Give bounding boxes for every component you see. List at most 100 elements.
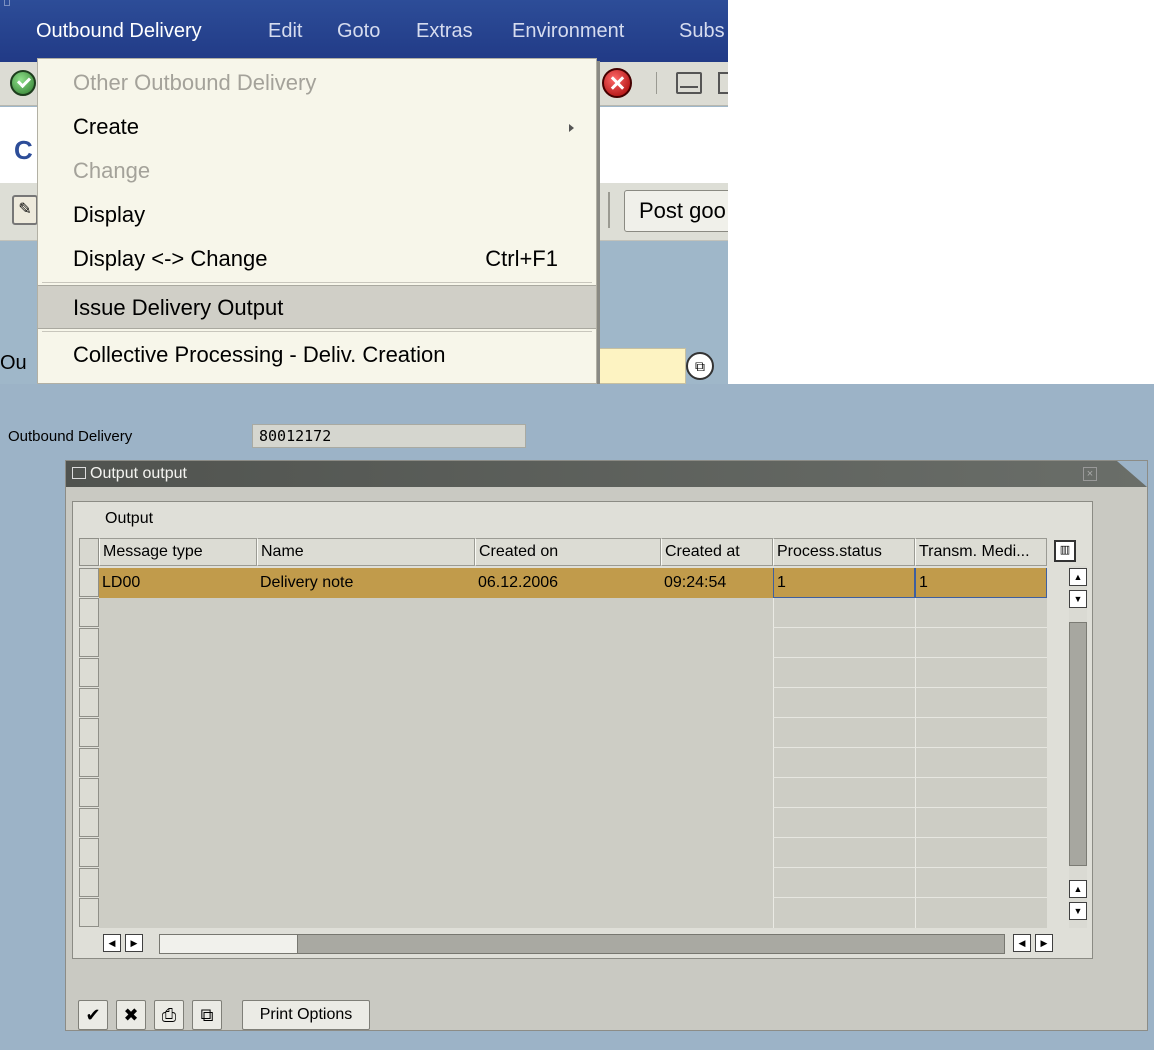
cell-created-on: 06.12.2006 [478,574,559,591]
scroll-left-icon[interactable]: ◀ [103,934,121,952]
cell-transmission-medium[interactable]: 1 [915,568,1047,598]
scroll-down-icon[interactable]: ▼ [1069,902,1087,920]
f4-help-icon[interactable]: ⧉ [686,352,714,380]
page-title: C [14,135,33,165]
outbound-delivery-input[interactable] [598,348,686,384]
menu-item-label: Display <-> Change [73,246,268,271]
window-system-icon[interactable] [4,0,10,6]
cell-name: Delivery note [260,574,354,591]
scroll-left-icon[interactable]: ◀ [1013,934,1031,952]
submenu-arrow-icon [569,124,574,132]
row-selector[interactable] [79,808,99,837]
grid-line [773,897,1047,898]
row-selector[interactable] [79,688,99,717]
column-header-created-on[interactable]: Created on [475,538,661,566]
table-empty-area [99,598,1047,928]
column-header-message-type[interactable]: Message type [99,538,257,566]
grid-line [773,627,1047,628]
print-icon[interactable]: ⎙ [154,1000,184,1030]
sap-window-bottom: Outbound Delivery 80012172 Output output… [0,384,1154,1050]
cell-created-at: 09:24:54 [664,574,727,591]
menu-item-label: Collective Processing - Deliv. Creation [73,342,446,367]
row-selector[interactable] [79,568,99,597]
scroll-right-icon[interactable]: ▶ [1035,934,1053,952]
row-selector[interactable] [79,718,99,747]
column-header-name[interactable]: Name [257,538,475,566]
row-selector[interactable] [79,868,99,897]
horizontal-scroll-thumb[interactable] [160,935,298,953]
grid-line [773,747,1047,748]
output-table-panel: Output Message type Name Created on Crea… [72,501,1093,959]
cancel-icon[interactable] [602,68,632,98]
menu-outbound-delivery[interactable]: Outbound Delivery [36,20,202,43]
select-all-button[interactable] [79,538,99,566]
grid-line [773,807,1047,808]
outbound-delivery-label: Outbound Delivery [8,428,133,445]
column-header-transmission-medium[interactable]: Transm. Medi... [915,538,1047,566]
cell-process-status[interactable]: 1 [773,568,915,598]
menu-item-display[interactable]: Display [38,193,596,237]
menu-bar: Outbound Delivery Edit Goto Extras Envir… [0,0,728,62]
menu-item-label: Create [73,114,140,139]
menu-item-other-outbound-delivery[interactable]: Other Outbound Delivery [38,61,596,105]
column-header-process-status[interactable]: Process.status [773,538,915,566]
menu-separator [42,282,592,283]
grid-line [773,657,1047,658]
toolbar-separator [608,192,610,228]
column-header-created-at[interactable]: Created at [661,538,773,566]
menu-item-display-change[interactable]: Display <-> Change Ctrl+F1 [38,237,596,281]
dialog-title: Output output [90,465,187,482]
dialog-title-bar: Output output × [66,461,1147,487]
scroll-down-icon[interactable]: ▼ [1069,590,1087,608]
row-selector[interactable] [79,838,99,867]
print-options-button[interactable]: Print Options [242,1000,370,1030]
print-icon[interactable] [676,72,702,94]
row-selector[interactable] [79,598,99,627]
outbound-delivery-menu: Other Outbound Delivery Create Change Di… [37,58,597,384]
outbound-delivery-field-label: Ou [0,352,27,374]
row-selector[interactable] [79,628,99,657]
scroll-up-icon[interactable]: ▲ [1069,880,1087,898]
grid-line [773,687,1047,688]
enter-checkmark-icon[interactable] [10,70,36,96]
table-row[interactable]: LD00 Delivery note 06.12.2006 09:24:54 1… [99,568,1047,598]
menu-extras[interactable]: Extras [416,20,473,43]
menu-edit[interactable]: Edit [268,20,302,43]
column-config-icon[interactable]: ▥ [1054,540,1076,562]
scroll-right-icon[interactable]: ▶ [125,934,143,952]
table-title: Output [105,510,154,527]
grid-line [773,777,1047,778]
vertical-scroll-thumb[interactable] [1069,622,1087,866]
vertical-scrollbar[interactable]: ▲ ▼ ▲ ▼ [1069,566,1087,928]
dialog-window-icon [72,467,86,479]
cell-message-type: LD00 [102,574,141,591]
outbound-delivery-value: 80012172 [252,424,526,448]
row-selector[interactable] [79,748,99,777]
menu-item-label: Issue Delivery Output [73,295,284,320]
row-selector[interactable] [79,898,99,927]
output-dialog: Output output × Output Message type Name… [65,460,1148,1031]
row-selector[interactable] [79,658,99,687]
menu-item-collective-processing[interactable]: Collective Processing - Deliv. Creation [38,333,596,377]
print-preview-icon[interactable]: ⧉ [192,1000,222,1030]
menu-system[interactable]: Subs [679,20,725,43]
menu-separator [42,331,592,332]
menu-item-change[interactable]: Change [38,149,596,193]
menu-environment[interactable]: Environment [512,20,624,43]
column-divider [773,598,774,928]
cancel-icon[interactable]: ✖ [116,1000,146,1030]
menu-goto[interactable]: Goto [337,20,380,43]
row-selector[interactable] [79,778,99,807]
post-goods-issue-button[interactable]: Post goo [624,190,728,232]
menu-item-issue-delivery-output[interactable]: Issue Delivery Output [38,285,596,329]
menu-item-label: Change [73,158,151,183]
grid-line [773,837,1047,838]
grid-line [773,717,1047,718]
scroll-up-icon[interactable]: ▲ [1069,568,1087,586]
menu-item-create[interactable]: Create [38,105,596,149]
checkmark-icon[interactable]: ✔ [78,1000,108,1030]
display-change-icon[interactable]: ✎ [12,195,38,225]
find-icon[interactable] [718,72,728,94]
close-icon[interactable]: × [1083,467,1097,481]
horizontal-scrollbar[interactable] [159,934,1005,954]
